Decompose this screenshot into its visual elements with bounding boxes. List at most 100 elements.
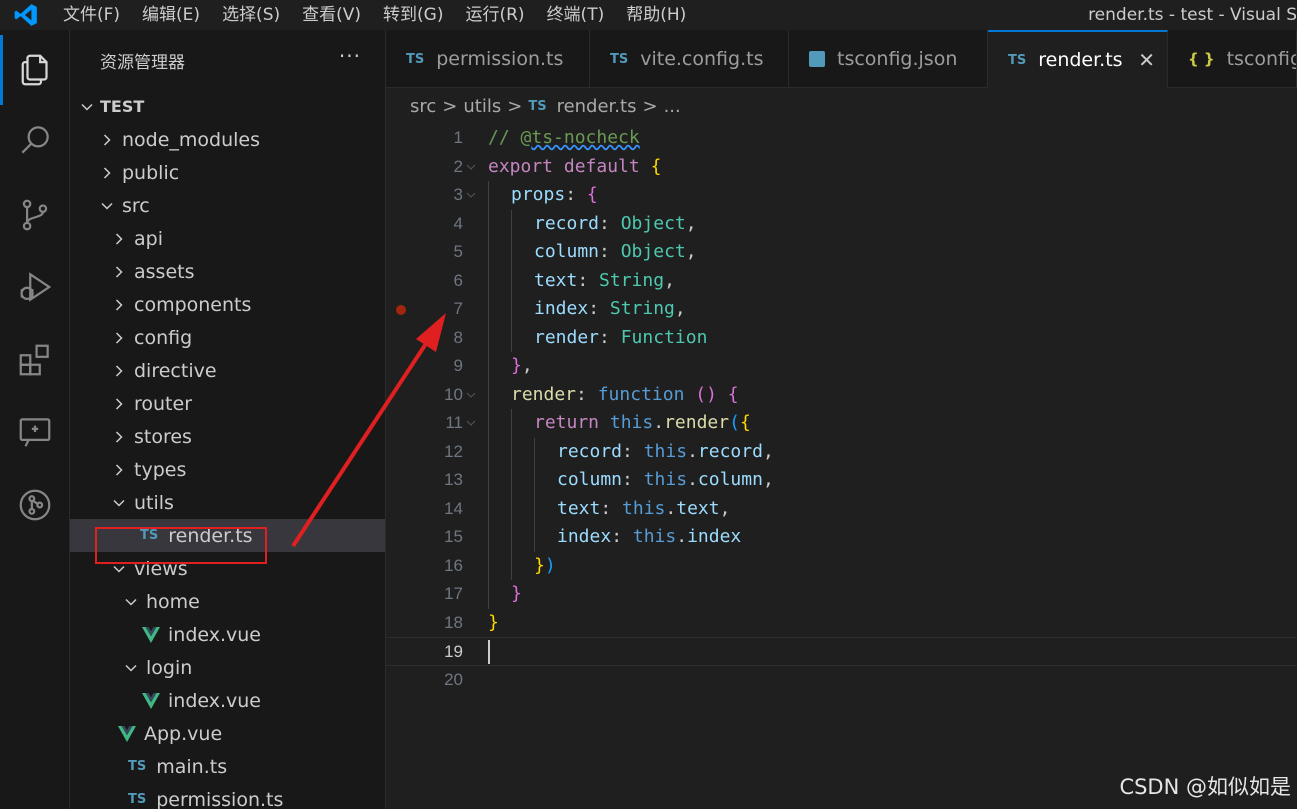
tree-file[interactable]: index.vue xyxy=(70,618,385,651)
tree-item-label: permission.ts xyxy=(156,788,284,809)
code-line[interactable]: 9}, xyxy=(386,352,1297,381)
more-actions-icon[interactable]: ··· xyxy=(339,44,361,68)
code-line[interactable]: 2 export default { xyxy=(386,153,1297,182)
code-line[interactable]: 12 record: this.record, xyxy=(386,437,1297,466)
code-token: column xyxy=(534,241,600,262)
run-debug-icon[interactable] xyxy=(0,252,70,322)
code-editor[interactable]: 1// @ts-nocheck 2 export default {3 props: … xyxy=(386,124,1297,809)
code-token: , xyxy=(521,355,533,376)
git-graph-icon[interactable] xyxy=(0,470,70,540)
code-line[interactable]: 14 text: this.text, xyxy=(386,494,1297,523)
code-line[interactable]: 20 xyxy=(386,666,1297,695)
tsconfig-file-icon xyxy=(809,51,825,67)
indent-guide xyxy=(511,437,512,466)
remote-explorer-icon[interactable] xyxy=(0,397,70,467)
code-token: Object xyxy=(620,212,686,234)
code-line[interactable]: 19 xyxy=(386,637,1297,666)
menu-item-5[interactable]: 运行(R) xyxy=(454,0,535,30)
code-token: record xyxy=(534,212,600,234)
code-line[interactable]: 1 // @ts-nocheck xyxy=(386,124,1297,153)
tree-file[interactable]: TS permission.ts xyxy=(70,783,385,809)
code-token: column xyxy=(697,469,763,490)
code-line[interactable]: 8 render: Function xyxy=(386,323,1297,352)
breadcrumb-item[interactable]: utils xyxy=(463,96,501,117)
tree-item-label: home xyxy=(146,590,200,613)
explorer-icon[interactable] xyxy=(0,35,70,105)
fold-chevron-icon[interactable] xyxy=(466,390,476,400)
tree-folder[interactable]: router xyxy=(70,387,385,420)
line-number: 11 xyxy=(445,413,463,432)
code-content: index: this.index xyxy=(557,523,741,552)
close-icon[interactable]: ✕ xyxy=(1138,48,1155,72)
menu-item-7[interactable]: 帮助(H) xyxy=(615,0,697,30)
code-line[interactable]: 15 index: this.index xyxy=(386,523,1297,552)
code-line[interactable]: 18} xyxy=(386,609,1297,638)
code-line[interactable]: 13 column: this.column, xyxy=(386,466,1297,495)
tree-folder[interactable]: home xyxy=(70,585,385,618)
menu-item-6[interactable]: 终端(T) xyxy=(536,0,616,30)
tree-file[interactable]: TS main.ts xyxy=(70,750,385,783)
code-line[interactable]: 4 record: Object, xyxy=(386,209,1297,238)
breadcrumb-item[interactable]: render.ts xyxy=(557,96,637,117)
tab-label: permission.ts xyxy=(436,48,564,70)
code-line[interactable]: 3 props: { xyxy=(386,181,1297,210)
extensions-icon[interactable] xyxy=(0,325,70,395)
code-token: : xyxy=(622,440,644,462)
code-token: render xyxy=(534,326,600,348)
code-content xyxy=(488,638,490,667)
tree-folder[interactable]: components xyxy=(70,288,385,321)
code-token: this xyxy=(643,469,688,490)
code-line[interactable]: 16}) xyxy=(386,551,1297,580)
fold-chevron-icon[interactable] xyxy=(466,418,476,428)
tree-file[interactable]: index.vue xyxy=(70,684,385,717)
tree-file[interactable]: App.vue xyxy=(70,717,385,750)
code-line[interactable]: 5 column: Object, xyxy=(386,238,1297,267)
tree-folder[interactable]: api xyxy=(70,222,385,255)
code-line[interactable]: 6 text: String, xyxy=(386,266,1297,295)
tab-permission-ts[interactable]: TS permission.ts xyxy=(386,30,590,88)
code-line[interactable]: 7 index: String, xyxy=(386,295,1297,324)
source-control-icon[interactable] xyxy=(0,180,70,250)
code-line[interactable]: 11 return this.render({ xyxy=(386,409,1297,438)
folder-header[interactable]: TEST xyxy=(70,90,385,123)
menu-item-3[interactable]: 查看(V) xyxy=(291,0,372,30)
indent-guide xyxy=(488,209,489,238)
breadcrumb-separator: > xyxy=(642,95,658,117)
line-number: 20 xyxy=(444,669,463,689)
search-icon[interactable] xyxy=(0,105,70,175)
menu-item-1[interactable]: 编辑(E) xyxy=(131,0,211,30)
tree-folder[interactable]: assets xyxy=(70,255,385,288)
tree-folder[interactable]: src xyxy=(70,189,385,222)
menu-item-0[interactable]: 文件(F) xyxy=(52,0,131,30)
tab-render-ts[interactable]: TS render.ts ✕ xyxy=(988,30,1168,88)
tree-folder[interactable]: stores xyxy=(70,420,385,453)
tree-folder[interactable]: node_modules xyxy=(70,123,385,156)
tree-folder[interactable]: public xyxy=(70,156,385,189)
tree-folder[interactable]: utils xyxy=(70,486,385,519)
fold-chevron-icon[interactable] xyxy=(466,190,476,200)
code-token: export xyxy=(488,155,554,177)
menu-item-4[interactable]: 转到(G) xyxy=(372,0,454,30)
code-token: : xyxy=(599,326,621,348)
tree-folder[interactable]: directive xyxy=(70,354,385,387)
tab-tsconfig-json[interactable]: tsconfig.json xyxy=(789,30,988,88)
tree-folder[interactable]: types xyxy=(70,453,385,486)
breadcrumb-item[interactable]: ... xyxy=(664,96,681,117)
menu-item-2[interactable]: 选择(S) xyxy=(211,0,291,30)
tab-tsconfig-a[interactable]: { } tsconfig.a xyxy=(1168,30,1297,88)
tree-folder[interactable]: config xyxy=(70,321,385,354)
code-token: text xyxy=(676,497,720,519)
code-token: () xyxy=(695,383,717,405)
tab-vite-config-ts[interactable]: TS vite.config.ts xyxy=(590,30,789,88)
code-content: }, xyxy=(511,352,533,381)
tree-item-label: stores xyxy=(134,425,192,448)
code-line[interactable]: 10 render: function () { xyxy=(386,380,1297,409)
fold-chevron-icon[interactable] xyxy=(466,162,476,172)
tree-folder[interactable]: login xyxy=(70,651,385,684)
breadcrumb-item[interactable]: src xyxy=(410,96,436,117)
typescript-file-icon: TS xyxy=(610,51,629,67)
code-line[interactable]: 17} xyxy=(386,580,1297,609)
indent-guide xyxy=(534,523,535,552)
